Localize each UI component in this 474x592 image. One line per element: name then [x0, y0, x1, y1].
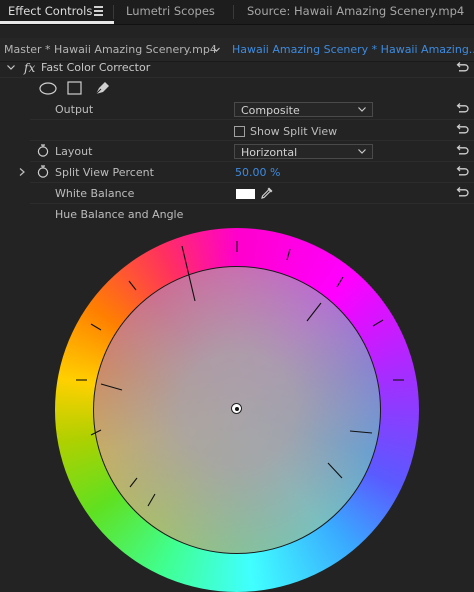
stopwatch-icon[interactable]: [37, 144, 49, 157]
row-divider: [30, 203, 474, 204]
ellipse-mask-icon[interactable]: [39, 82, 57, 95]
split-view-percent-label: Split View Percent: [55, 166, 154, 179]
panel-menu-icon[interactable]: [94, 6, 103, 16]
row-divider: [30, 161, 474, 162]
reset-icon[interactable]: [456, 144, 469, 155]
layout-label: Layout: [55, 145, 93, 158]
split-view-percent-value[interactable]: 50.00 %: [235, 166, 280, 179]
reset-icon[interactable]: [456, 61, 469, 72]
chevron-down-icon[interactable]: [213, 46, 220, 53]
eyedropper-icon[interactable]: [260, 186, 274, 200]
tab-divider: [113, 5, 114, 19]
handle-dot: [234, 406, 239, 411]
reset-icon[interactable]: [456, 102, 469, 113]
chevron-down-icon: [358, 107, 366, 112]
hue-wheel-ticks: [76, 241, 404, 507]
active-tab-indicator: [0, 21, 114, 24]
chevron-down-icon: [358, 149, 366, 154]
hue-balance-label: Hue Balance and Angle: [55, 208, 184, 221]
layout-dropdown[interactable]: Horizontal: [234, 144, 373, 159]
output-value: Composite: [241, 104, 300, 117]
row-divider: [30, 119, 474, 120]
layout-value: Horizontal: [241, 146, 298, 159]
rectangle-mask-icon[interactable]: [67, 81, 82, 95]
white-balance-label: White Balance: [55, 187, 135, 200]
master-clip-label[interactable]: Master * Hawaii Amazing Scenery.mp4: [4, 38, 217, 61]
tab-divider: [233, 5, 234, 19]
output-dropdown[interactable]: Composite: [234, 102, 373, 117]
collapse-chevron-icon[interactable]: [7, 64, 15, 71]
reset-icon[interactable]: [456, 165, 469, 176]
white-balance-swatch[interactable]: [236, 189, 255, 199]
output-label: Output: [55, 103, 94, 116]
show-split-view-checkbox[interactable]: [234, 126, 245, 137]
row-divider: [30, 182, 474, 183]
expand-chevron-icon[interactable]: [19, 168, 25, 176]
tab-source[interactable]: Source: Hawaii Amazing Scenery.mp4: [247, 0, 464, 24]
stopwatch-icon[interactable]: [37, 165, 49, 178]
balance-handle[interactable]: [231, 403, 242, 414]
row-divider: [30, 140, 474, 141]
effect-name: Fast Color Corrector: [41, 61, 151, 74]
reset-icon[interactable]: [456, 186, 469, 197]
reset-icon[interactable]: [456, 123, 469, 134]
pen-mask-icon[interactable]: [94, 80, 111, 96]
sequence-clip-label[interactable]: Hawaii Amazing Scenery * Hawaii Amazing.…: [232, 38, 474, 61]
row-divider: [0, 77, 474, 78]
show-split-view-label[interactable]: Show Split View: [250, 125, 337, 138]
fx-badge[interactable]: fx: [24, 61, 35, 75]
tab-lumetri-scopes[interactable]: Lumetri Scopes: [126, 0, 215, 24]
